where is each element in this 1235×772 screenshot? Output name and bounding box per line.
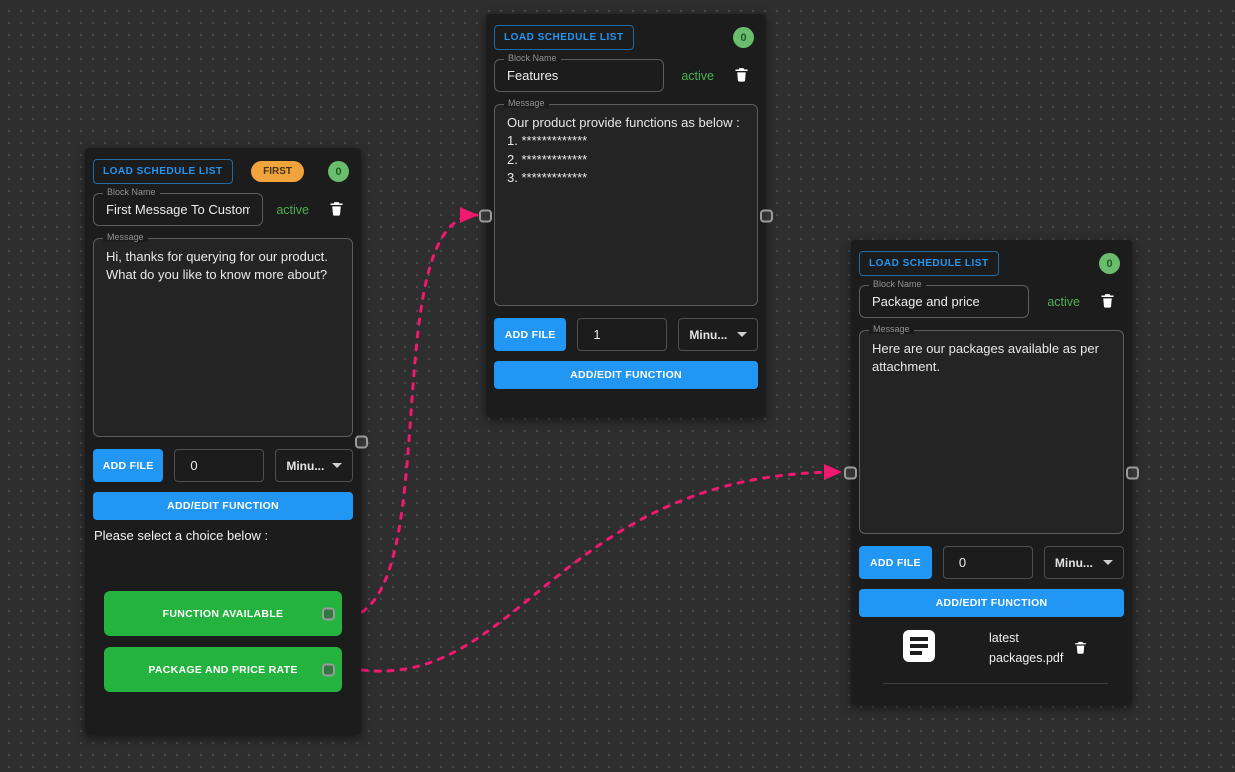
add-edit-function-button[interactable]: ADD/EDIT FUNCTION — [494, 361, 758, 389]
delay-value-input[interactable] — [943, 546, 1033, 579]
trash-icon — [1099, 291, 1116, 313]
status-badge: active — [681, 69, 714, 83]
add-edit-function-button[interactable]: ADD/EDIT FUNCTION — [859, 589, 1124, 617]
node-package-price[interactable]: LOAD SCHEDULE LIST 0 Block Name active M… — [851, 240, 1132, 705]
choice-function-available[interactable]: FUNCTION AVAILABLE — [104, 591, 342, 636]
block-name-field[interactable]: Block Name — [93, 193, 263, 226]
node-right-handle[interactable] — [1126, 466, 1139, 479]
choice-label: PACKAGE AND PRICE RATE — [148, 664, 297, 676]
trash-icon — [1073, 639, 1088, 659]
message-textarea[interactable]: Our product provide functions as below :… — [507, 114, 745, 188]
controls-row: ADD FILE Minu... — [494, 318, 758, 351]
message-field[interactable]: Message Hi, thanks for querying for our … — [93, 238, 353, 437]
choice-prompt: Please select a choice below : — [94, 528, 353, 543]
load-schedule-list-button[interactable]: LOAD SCHEDULE LIST — [859, 251, 999, 276]
choice-source-handle[interactable] — [322, 663, 335, 676]
message-field[interactable]: Message Our product provide functions as… — [494, 104, 758, 306]
delay-unit-select[interactable]: Minu... — [275, 449, 353, 482]
delete-block-button[interactable] — [328, 199, 345, 221]
node-right-handle[interactable] — [760, 209, 773, 222]
controls-row: ADD FILE Minu... — [859, 546, 1124, 579]
delay-unit-select[interactable]: Minu... — [678, 318, 758, 351]
chevron-down-icon — [737, 332, 747, 337]
block-name-row: Block Name active — [859, 285, 1124, 318]
message-textarea[interactable]: Hi, thanks for querying for our product.… — [106, 248, 340, 285]
block-name-row: Block Name active — [93, 193, 353, 226]
add-edit-function-button[interactable]: ADD/EDIT FUNCTION — [93, 492, 353, 520]
message-label: Message — [103, 232, 148, 242]
block-name-row: Block Name active — [494, 59, 758, 92]
message-textarea[interactable]: Here are our packages available as per a… — [872, 340, 1111, 377]
block-name-input[interactable] — [495, 60, 663, 91]
delay-unit-select[interactable]: Minu... — [1044, 546, 1124, 579]
block-name-label: Block Name — [103, 187, 160, 197]
status-badge: active — [1047, 295, 1080, 309]
controls-row: ADD FILE Minu... — [93, 449, 353, 482]
delay-value-input[interactable] — [174, 449, 264, 482]
choice-list: FUNCTION AVAILABLE PACKAGE AND PRICE RAT… — [93, 591, 353, 692]
block-name-field[interactable]: Block Name — [859, 285, 1029, 318]
block-name-input[interactable] — [860, 286, 1028, 317]
header-badges: FIRST 0 — [251, 161, 349, 182]
chevron-down-icon — [1103, 560, 1113, 565]
add-file-button[interactable]: ADD FILE — [859, 546, 932, 579]
header-badges: 0 — [733, 27, 754, 48]
chevron-down-icon — [332, 463, 342, 468]
delay-unit-value: Minu... — [286, 459, 324, 473]
choice-package-price-rate[interactable]: PACKAGE AND PRICE RATE — [104, 647, 342, 692]
node-left-handle[interactable] — [479, 209, 492, 222]
first-badge: FIRST — [251, 161, 304, 182]
message-field[interactable]: Message Here are our packages available … — [859, 330, 1124, 534]
node-header: LOAD SCHEDULE LIST 0 — [859, 251, 1124, 276]
load-schedule-list-button[interactable]: LOAD SCHEDULE LIST — [93, 159, 233, 184]
delete-attachment-button[interactable] — [1073, 639, 1088, 659]
message-label: Message — [504, 98, 549, 108]
block-name-label: Block Name — [869, 279, 926, 289]
delay-value-input[interactable] — [577, 318, 667, 351]
block-name-field[interactable]: Block Name — [494, 59, 664, 92]
attachment-row: latest packages.pdf — [859, 629, 1124, 668]
count-badge: 0 — [1099, 253, 1120, 274]
node-left-handle[interactable] — [844, 466, 857, 479]
count-badge: 0 — [733, 27, 754, 48]
header-badges: 0 — [1099, 253, 1120, 274]
node-first-message[interactable]: LOAD SCHEDULE LIST FIRST 0 Block Name ac… — [85, 148, 361, 735]
block-name-input[interactable] — [94, 194, 262, 225]
delete-block-button[interactable] — [1099, 291, 1116, 313]
delay-unit-value: Minu... — [689, 328, 727, 342]
count-badge: 0 — [328, 161, 349, 182]
node-features[interactable]: LOAD SCHEDULE LIST 0 Block Name active M… — [486, 14, 766, 417]
add-file-button[interactable]: ADD FILE — [494, 318, 566, 351]
node-right-handle[interactable] — [355, 435, 368, 448]
document-icon — [901, 629, 937, 668]
delete-block-button[interactable] — [733, 65, 750, 87]
node-header: LOAD SCHEDULE LIST 0 — [494, 25, 758, 50]
block-name-label: Block Name — [504, 53, 561, 63]
load-schedule-list-button[interactable]: LOAD SCHEDULE LIST — [494, 25, 634, 50]
attachment-filename: latest packages.pdf — [989, 629, 1063, 668]
attachment-divider — [883, 683, 1108, 684]
add-file-button[interactable]: ADD FILE — [93, 449, 163, 482]
trash-icon — [328, 199, 345, 221]
trash-icon — [733, 65, 750, 87]
message-label: Message — [869, 324, 914, 334]
node-header: LOAD SCHEDULE LIST FIRST 0 — [93, 159, 353, 184]
choice-label: FUNCTION AVAILABLE — [163, 608, 284, 620]
delay-unit-value: Minu... — [1055, 556, 1093, 570]
choice-source-handle[interactable] — [322, 607, 335, 620]
status-badge: active — [276, 203, 309, 217]
